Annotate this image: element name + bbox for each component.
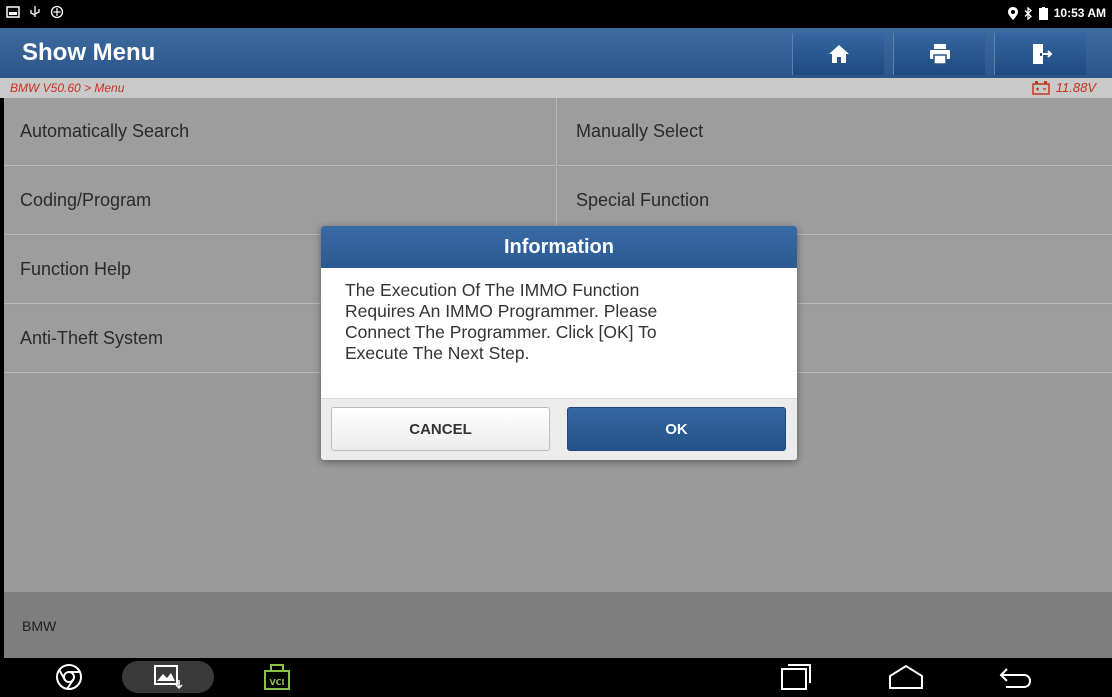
exit-icon [1032, 44, 1052, 64]
screenshot-notification-icon [6, 6, 20, 18]
battery-voltage: 11.88V [1032, 80, 1096, 95]
car-battery-icon [1032, 80, 1050, 95]
dialog-message-line: Connect The Programmer. Click [OK] To [345, 322, 657, 342]
back-arrow-icon [999, 668, 1032, 688]
menu-item-manually-select[interactable]: Manually Select [558, 98, 1112, 166]
ok-button[interactable]: OK [567, 407, 786, 451]
notification-icons [6, 5, 64, 19]
vehicle-brand-label: BMW [22, 618, 57, 634]
voltage-value: 11.88V [1055, 80, 1096, 95]
menu-item-special-function[interactable]: Special Function [558, 167, 1112, 235]
vci-label: VCI [269, 678, 284, 687]
dialog-message-line: Requires An IMMO Programmer. Please [345, 301, 658, 321]
browser-button[interactable] [52, 661, 86, 693]
recent-apps-icon [781, 664, 811, 690]
footer-bar: BMW [4, 592, 1112, 658]
menu-item-automatically-search[interactable]: Automatically Search [4, 98, 557, 166]
page-title: Show Menu [22, 39, 156, 66]
dialog-title: Information [321, 226, 797, 268]
home-button[interactable] [792, 33, 884, 75]
navigation-bar: VCI [0, 658, 1112, 697]
home-nav-icon [889, 664, 923, 689]
usb-icon [30, 6, 40, 17]
app-header: Show Menu [0, 28, 1112, 78]
clock: 10:53 AM [1053, 6, 1106, 20]
chrome-icon [56, 664, 82, 690]
cancel-button[interactable]: CANCEL [331, 407, 550, 451]
back-button[interactable] [996, 661, 1036, 693]
dialog-message-line: Execute The Next Step. [345, 343, 530, 363]
battery-icon [1038, 6, 1048, 20]
print-button[interactable] [893, 33, 985, 75]
menu-item-coding-program[interactable]: Coding/Program [4, 167, 557, 235]
information-dialog: Information The Execution Of The IMMO Fu… [321, 226, 797, 460]
status-bar: 10:53 AM [0, 0, 1112, 28]
location-icon [1007, 6, 1018, 20]
printer-icon [929, 44, 950, 65]
breadcrumb: BMW V50.60 > Menu [10, 81, 125, 95]
system-status: 10:53 AM [1007, 6, 1106, 20]
bluetooth-icon [1024, 6, 1032, 20]
vci-icon: VCI [264, 664, 290, 690]
recent-apps-button[interactable] [776, 661, 816, 693]
gallery-icon [154, 665, 183, 690]
bug-icon [50, 5, 64, 19]
dialog-message: The Execution Of The IMMO Function Requi… [345, 280, 745, 364]
dialog-button-bar: CANCEL OK [321, 398, 797, 460]
home-nav-button[interactable] [884, 661, 928, 693]
vci-button[interactable]: VCI [262, 661, 292, 693]
breadcrumb-bar: BMW V50.60 > Menu 11.88V [0, 78, 1112, 98]
home-icon [828, 45, 849, 63]
exit-button[interactable] [994, 33, 1086, 75]
dialog-message-line: The Execution Of The IMMO Function [345, 280, 640, 300]
gallery-button[interactable] [122, 661, 214, 693]
